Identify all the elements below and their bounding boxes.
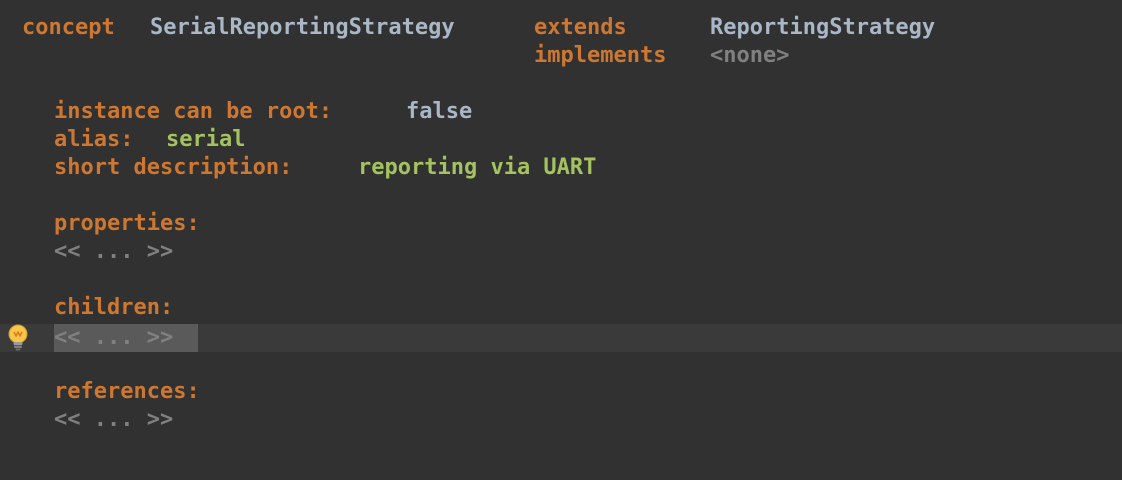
alias-label: alias: — [54, 127, 134, 152]
lightbulb-icon[interactable] — [6, 323, 30, 353]
alias-value[interactable]: serial — [166, 126, 245, 154]
concept-keyword: concept — [22, 15, 115, 40]
implements-keyword: implements — [534, 43, 667, 68]
properties-label: properties: — [54, 211, 200, 236]
properties-placeholder[interactable]: << ... >> — [54, 238, 173, 266]
extends-value[interactable]: ReportingStrategy — [710, 14, 935, 42]
editor-pane[interactable]: concept SerialReportingStrategy extends … — [0, 0, 1122, 480]
description-value[interactable]: reporting via UART — [358, 154, 596, 182]
children-placeholder[interactable]: << ... >> — [54, 324, 173, 352]
references-placeholder[interactable]: << ... >> — [54, 406, 173, 434]
root-value[interactable]: false — [406, 98, 472, 126]
root-label: instance can be root: — [54, 99, 333, 124]
concept-name[interactable]: SerialReportingStrategy — [150, 14, 455, 42]
references-label: references: — [54, 379, 200, 404]
children-label: children: — [54, 295, 174, 320]
implements-value[interactable]: <none> — [710, 42, 789, 70]
extends-keyword: extends — [534, 15, 627, 40]
description-label: short description: — [54, 155, 293, 180]
